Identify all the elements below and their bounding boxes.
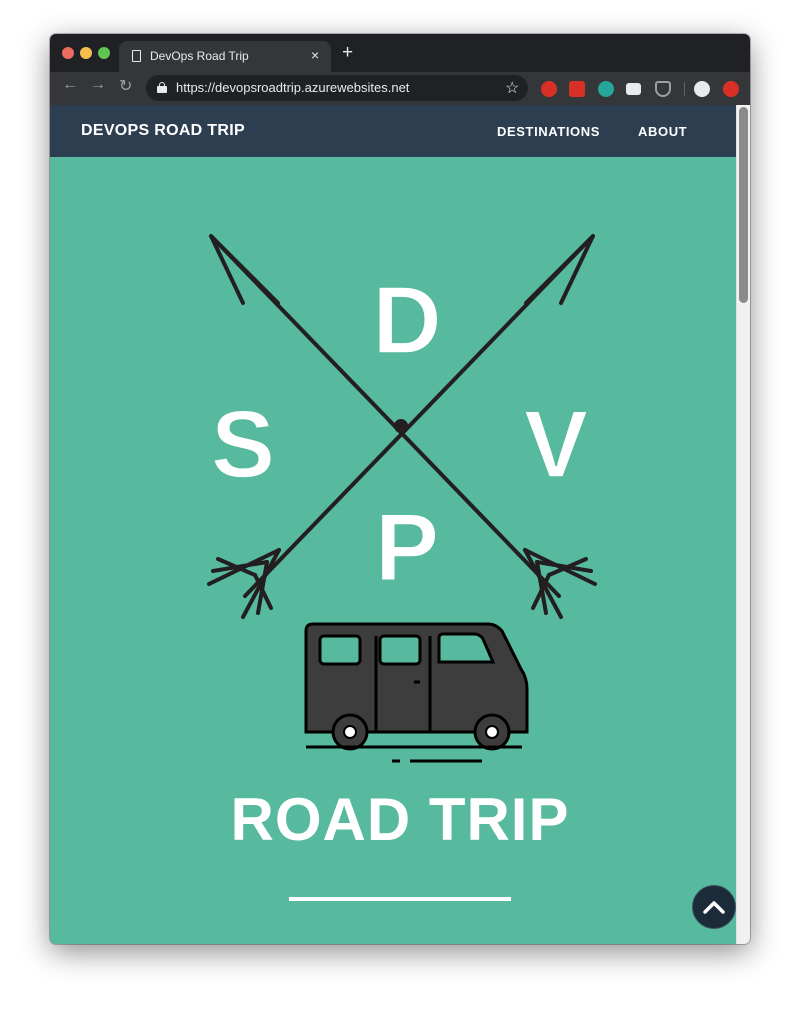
page-scrollbar[interactable] — [736, 105, 750, 944]
nav-destinations[interactable]: DESTINATIONS — [497, 124, 600, 139]
browser-toolbar: ← → ↻ https://devopsroadtrip.azurewebsit… — [50, 72, 750, 105]
tab-strip: DevOps Road Trip × + — [50, 34, 750, 72]
window-minimize-button[interactable] — [80, 47, 92, 59]
pocket-extension-icon[interactable] — [655, 81, 671, 97]
scroll-to-top-button[interactable] — [692, 885, 736, 929]
bookmark-star-icon[interactable]: ☆ — [505, 78, 519, 98]
logo-letter-left: S — [211, 391, 275, 498]
hero-title: ROAD TRIP — [230, 786, 570, 853]
chat-extension-icon[interactable] — [626, 83, 641, 95]
browser-window: DevOps Road Trip × + ← → ↻ https://devop… — [50, 34, 750, 944]
dots-extension-icon[interactable] — [569, 81, 585, 97]
lock-icon — [157, 82, 167, 93]
tab-devops-road-trip[interactable]: DevOps Road Trip × — [119, 41, 331, 72]
brand-link[interactable]: DEVOPS ROAD TRIP — [81, 122, 245, 140]
reload-icon[interactable]: ↻ — [119, 76, 132, 96]
hero-section: D S V P ROAD TRIP — [50, 157, 736, 944]
scrollbar-thumb[interactable] — [739, 107, 748, 303]
crossed-arrows-icon — [207, 234, 597, 619]
avatar[interactable] — [694, 81, 710, 97]
tab-close-icon[interactable]: × — [311, 47, 319, 63]
new-tab-button[interactable]: + — [342, 43, 353, 62]
logo-letter-bottom: P — [375, 494, 439, 601]
window-close-button[interactable] — [62, 47, 74, 59]
url-text[interactable]: https://devopsroadtrip.azurewebsites.net — [176, 80, 409, 95]
window-maximize-button[interactable] — [98, 47, 110, 59]
arrows-cross-center — [394, 419, 408, 433]
toolbar-separator — [684, 82, 685, 96]
address-bar[interactable]: https://devopsroadtrip.azurewebsites.net… — [146, 75, 528, 101]
logo-letter-right: V — [524, 391, 588, 498]
logo-letter-top: D — [372, 267, 441, 374]
page-icon — [132, 50, 141, 62]
site-navbar: DEVOPS ROAD TRIP DESTINATIONS ABOUT — [50, 105, 736, 157]
hand-stop-extension-icon[interactable] — [541, 81, 557, 97]
hero-divider — [289, 897, 511, 901]
tab-title: DevOps Road Trip — [150, 49, 249, 63]
van-icon — [304, 622, 529, 763]
update-extension-icon[interactable] — [723, 81, 739, 97]
back-icon[interactable]: ← — [62, 76, 78, 94]
circle-extension-icon[interactable] — [598, 81, 614, 97]
nav-about[interactable]: ABOUT — [638, 124, 687, 139]
forward-icon[interactable]: → — [90, 76, 106, 94]
